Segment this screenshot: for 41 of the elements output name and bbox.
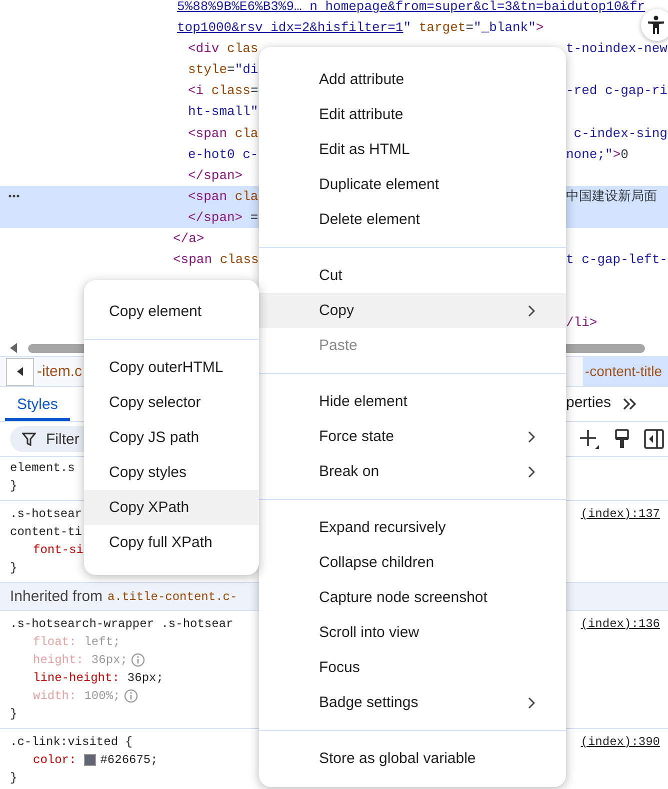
code-text: style="di bbox=[188, 61, 258, 80]
code-text: 中国建设新局面 bbox=[566, 188, 657, 206]
css-value: 36px; bbox=[91, 652, 128, 669]
code-text: <i class= bbox=[188, 82, 258, 100]
code-text: 5%88%9B%E6%B3%9… n homepage&from=super&cl=3&tn=baidutop10&fr bbox=[177, 0, 646, 16]
code-text: <span cla bbox=[188, 188, 258, 206]
code-text: /li> bbox=[566, 314, 598, 332]
css-property: line-height: bbox=[33, 670, 120, 687]
section-label: Inherited from bbox=[10, 588, 103, 605]
css-selector: .c-link:visited { bbox=[10, 734, 132, 751]
closing-brace: } bbox=[10, 706, 18, 723]
closing-brace: } bbox=[10, 560, 18, 577]
code-text: -red c-gap-ri bbox=[566, 82, 668, 100]
code-text: <div clas bbox=[188, 40, 258, 58]
code-text: </span> bbox=[188, 166, 243, 185]
code-text: c-index-sing bbox=[572, 124, 668, 143]
css-property: width: bbox=[33, 688, 76, 705]
css-value: 36px; bbox=[127, 670, 164, 687]
code-text: t-noindex-new bbox=[566, 40, 668, 58]
code-text: <span cla bbox=[188, 124, 258, 143]
code-text: none;">0 bbox=[566, 146, 628, 164]
code-text: ht-small" bbox=[188, 103, 258, 122]
css-property: font-si bbox=[33, 542, 84, 559]
closing-brace: } bbox=[10, 478, 18, 495]
code-text: <span class bbox=[173, 251, 259, 270]
css-value: 100%; bbox=[84, 688, 120, 705]
code-text: </span> = bbox=[188, 208, 258, 227]
css-value: #626675; bbox=[100, 752, 158, 769]
css-value: left; bbox=[84, 634, 120, 651]
code-text: top1000&rsv idx=2&hisfilter=1" target="_blank"> bbox=[177, 19, 544, 38]
code-text: e-hot0 c- bbox=[188, 146, 258, 164]
css-selector: element.s bbox=[10, 460, 75, 477]
code-text: t c-gap-left- bbox=[566, 251, 668, 270]
closing-brace: } bbox=[10, 770, 18, 787]
css-selector: .s-hotsear bbox=[10, 506, 82, 523]
css-property: color: bbox=[33, 752, 76, 769]
css-property: height: bbox=[33, 652, 84, 669]
code-text: </a> bbox=[173, 230, 204, 248]
css-selector: .s-hotsearch-wrapper .s-hotsear bbox=[10, 616, 234, 633]
css-property: float: bbox=[33, 634, 76, 651]
css-selector: content-ti bbox=[10, 524, 82, 541]
